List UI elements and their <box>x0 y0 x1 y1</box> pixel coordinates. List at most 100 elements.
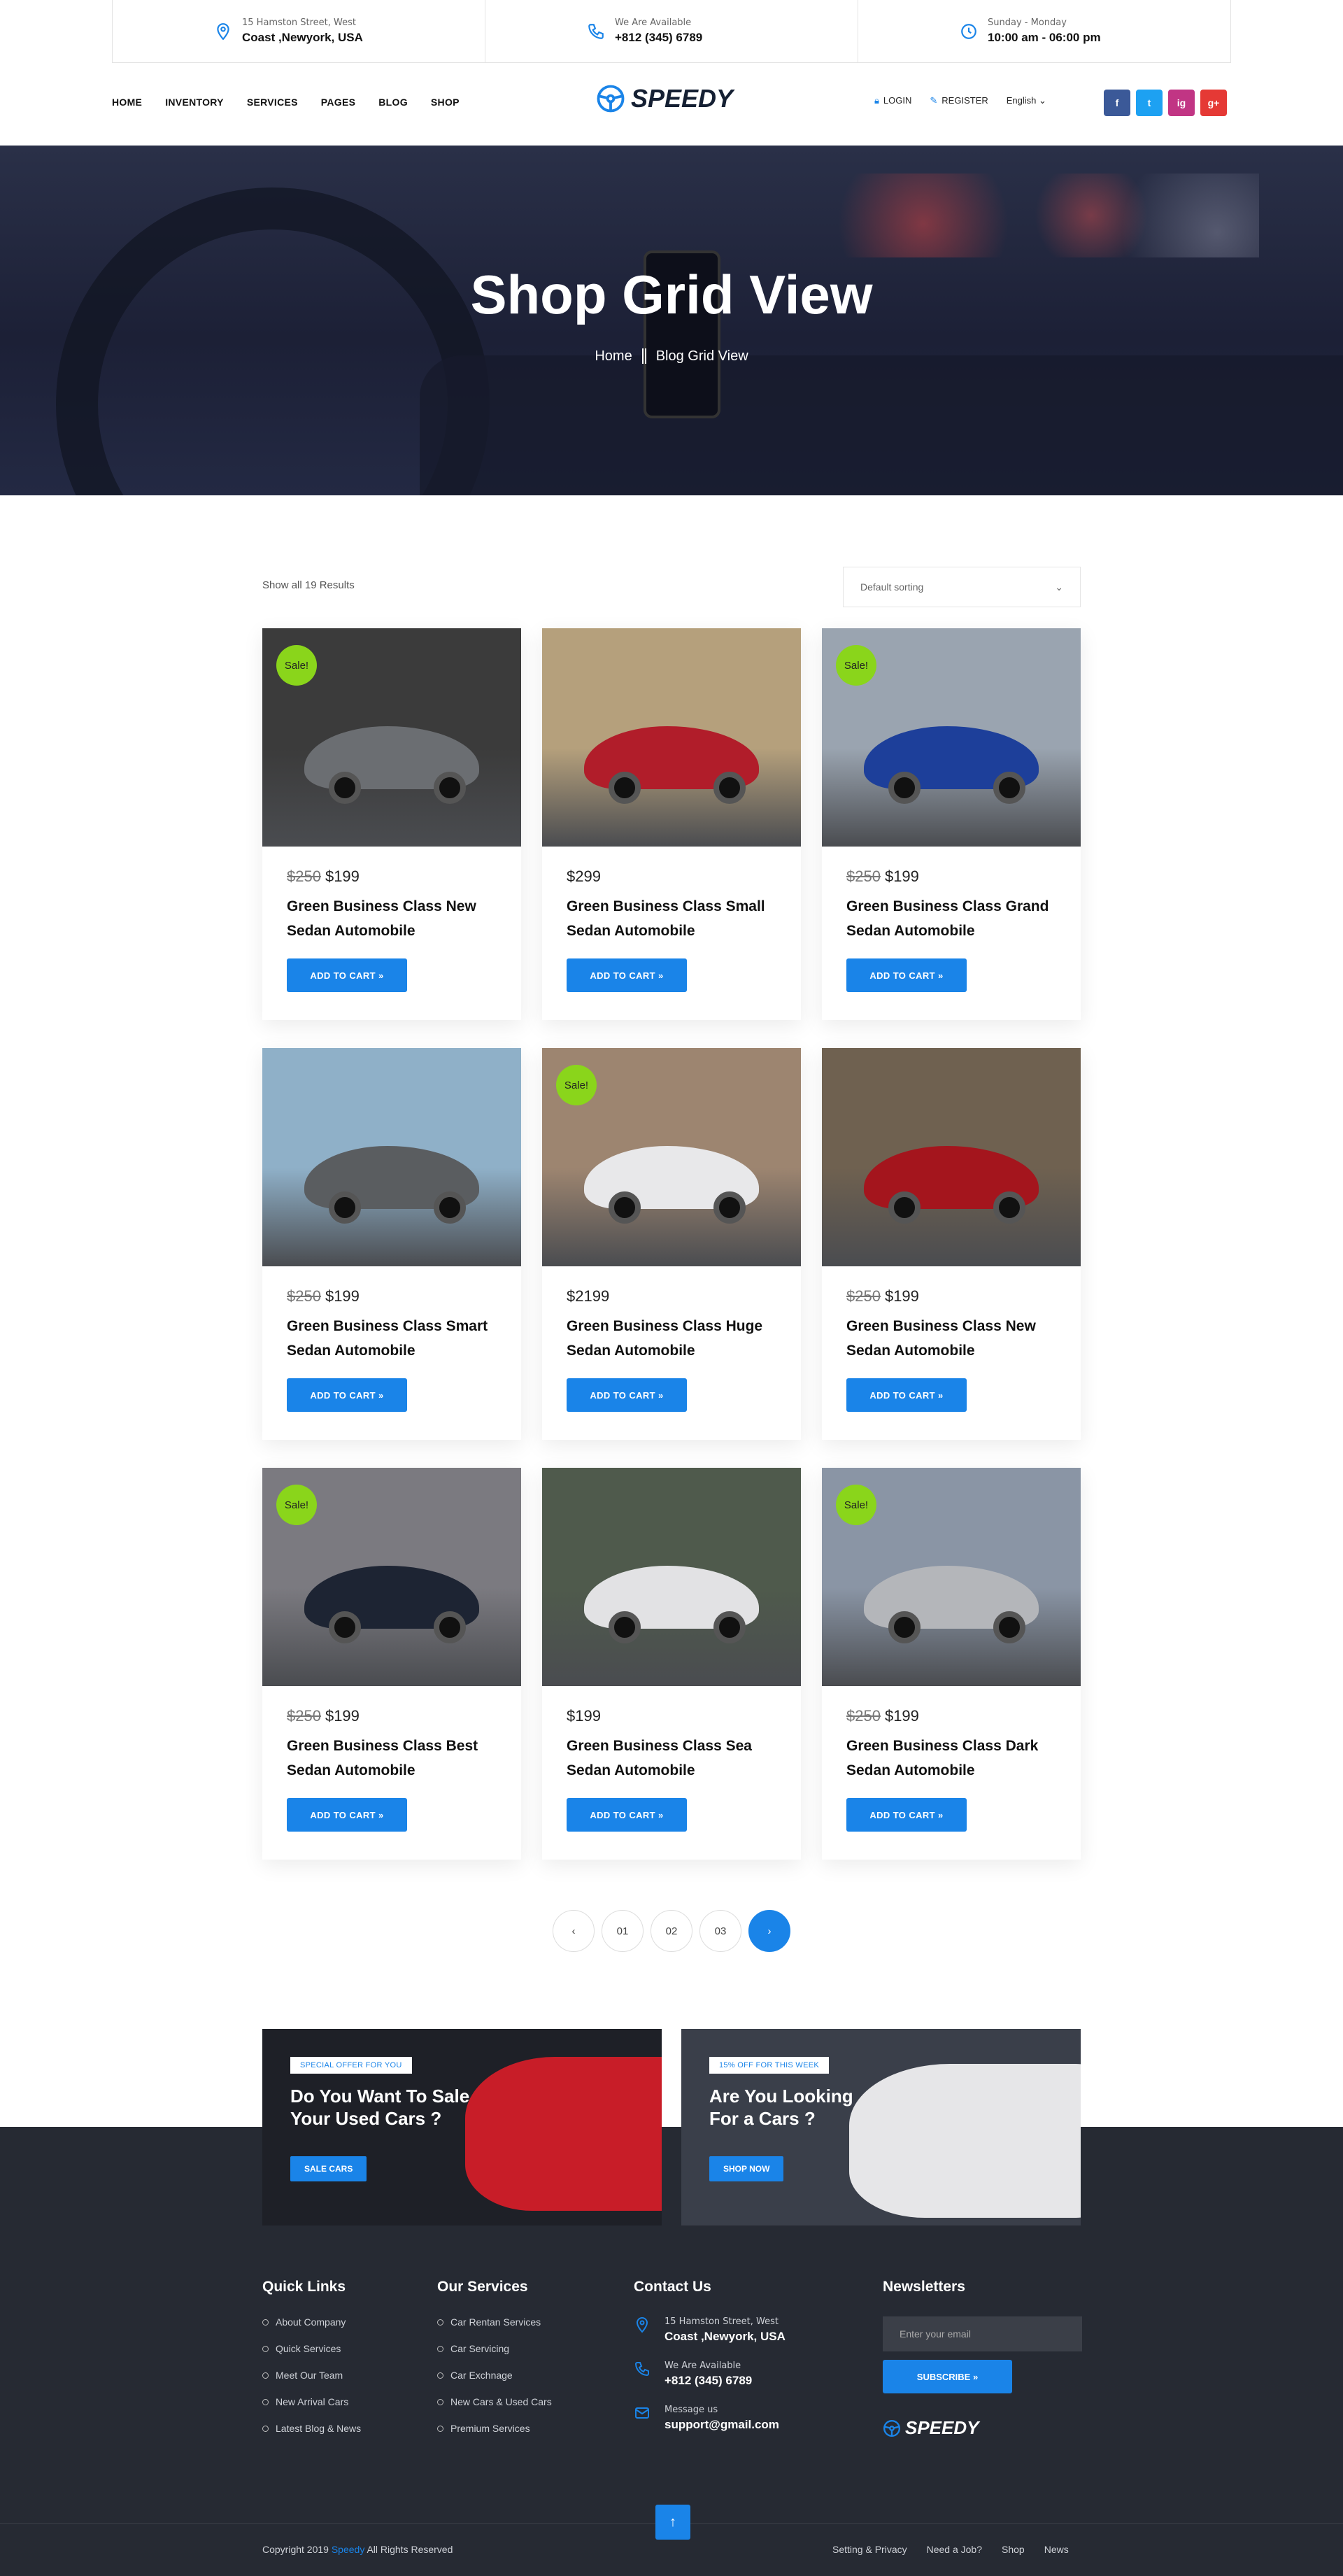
product-title[interactable]: Green Business Class Sea Sedan Automobil… <box>567 1734 783 1783</box>
product-title[interactable]: Green Business Class Huge Sedan Automobi… <box>567 1314 783 1363</box>
register-label: REGISTER <box>941 95 988 106</box>
product-title[interactable]: Green Business Class Best Sedan Automobi… <box>287 1734 504 1783</box>
footer-quick-links: Quick Links About Company Quick Services… <box>262 2279 361 2449</box>
add-to-cart-button[interactable]: ADD TO CART » <box>846 1798 967 1832</box>
product-image[interactable] <box>542 628 801 847</box>
pagination-next[interactable]: › <box>748 1910 790 1952</box>
add-to-cart-label: ADD TO CART <box>869 970 936 981</box>
pagination-prev[interactable]: ‹ <box>553 1910 595 1952</box>
footer-link[interactable]: About Company <box>262 2316 361 2328</box>
add-to-cart-button[interactable]: ADD TO CART » <box>287 1798 407 1832</box>
old-price: $250 <box>846 1287 881 1305</box>
product-price: $299 <box>567 868 601 886</box>
product-image[interactable]: Sale! <box>542 1048 801 1266</box>
product-card[interactable]: Sale! $250 $199 Green Business Class Grand … <box>822 628 1081 1020</box>
product-image[interactable] <box>822 1048 1081 1266</box>
footer-bottom-link[interactable]: Shop <box>1002 2544 1025 2555</box>
back-to-top-button[interactable]: ↑ <box>655 2505 690 2540</box>
double-chevron-right-icon: » <box>938 1809 944 1820</box>
contact-value[interactable]: support@gmail.com <box>665 2418 779 2432</box>
instagram-icon[interactable]: ig <box>1168 90 1195 116</box>
product-title[interactable]: Green Business Class New Sedan Automobil… <box>287 894 504 943</box>
footer-link[interactable]: Premium Services <box>437 2423 552 2434</box>
promo-heading-line-1: Are You Looking <box>709 2086 853 2107</box>
pagination-page-1[interactable]: 01 <box>602 1910 644 1952</box>
login-label: LOGIN <box>883 95 912 106</box>
add-to-cart-label: ADD TO CART <box>310 1809 376 1820</box>
product-title[interactable]: Green Business Class Dark Sedan Automobi… <box>846 1734 1063 1783</box>
product-image[interactable]: Sale! <box>262 1468 521 1686</box>
product-title[interactable]: Green Business Class New Sedan Automobil… <box>846 1314 1063 1363</box>
menu-pages[interactable]: PAGES <box>321 97 355 108</box>
product-title[interactable]: Green Business Class Small Sedan Automob… <box>567 894 783 943</box>
main-navigation: HOME INVENTORY SERVICES PAGES BLOG SHOP … <box>0 63 1343 146</box>
pagination-page-3[interactable]: 03 <box>699 1910 741 1952</box>
product-card[interactable]: $199 Green Business Class Sea Sedan Autom… <box>542 1468 801 1860</box>
add-to-cart-button[interactable]: ADD TO CART » <box>567 1378 687 1412</box>
footer-logo[interactable]: SPEEDY <box>883 2417 1082 2439</box>
product-card[interactable]: Sale! $250 $199 Green Business Class New Se… <box>262 628 521 1020</box>
product-image[interactable]: Sale! <box>822 628 1081 847</box>
add-to-cart-button[interactable]: ADD TO CART » <box>567 958 687 992</box>
product-image[interactable]: Sale! <box>822 1468 1081 1686</box>
footer-link[interactable]: Car Exchnage <box>437 2370 552 2381</box>
product-card[interactable]: Sale! $250 $199 Green Business Class Dark S… <box>822 1468 1081 1860</box>
site-logo[interactable]: SPEEDY <box>596 84 733 113</box>
product-price: $250 $199 <box>287 1707 360 1725</box>
product-card[interactable]: Sale! $2199 Green Business Class Huge Seda… <box>542 1048 801 1440</box>
footer-link[interactable]: Car Rentan Services <box>437 2316 552 2328</box>
car-wheel <box>888 1191 921 1224</box>
breadcrumb-home[interactable]: Home <box>595 348 632 365</box>
footer-link[interactable]: Quick Services <box>262 2343 361 2354</box>
product-image[interactable] <box>542 1468 801 1686</box>
contact-value[interactable]: +812 (345) 6789 <box>665 2374 752 2388</box>
topbar-phone-value[interactable]: +812 (345) 6789 <box>615 31 702 45</box>
footer-link[interactable]: Meet Our Team <box>262 2370 361 2381</box>
menu-home[interactable]: HOME <box>112 97 142 108</box>
footer-bottom-link[interactable]: Setting & Privacy <box>832 2544 907 2555</box>
old-price: $250 <box>287 1707 321 1725</box>
product-image[interactable]: Sale! <box>262 628 521 847</box>
topbar-hours-value: 10:00 am - 06:00 pm <box>988 31 1101 44</box>
add-to-cart-button[interactable]: ADD TO CART » <box>846 958 967 992</box>
footer-link[interactable]: New Cars & Used Cars <box>437 2396 552 2407</box>
menu-blog[interactable]: BLOG <box>378 97 408 108</box>
footer-link[interactable]: Latest Blog & News <box>262 2423 361 2434</box>
register-link[interactable]: ✎ REGISTER <box>930 95 988 106</box>
add-to-cart-button[interactable]: ADD TO CART » <box>287 1378 407 1412</box>
pagination-page-2[interactable]: 02 <box>651 1910 692 1952</box>
facebook-icon[interactable]: f <box>1104 90 1130 116</box>
twitter-icon[interactable]: t <box>1136 90 1163 116</box>
add-to-cart-button[interactable]: ADD TO CART » <box>846 1378 967 1412</box>
copyright-brand[interactable]: Speedy <box>332 2544 364 2555</box>
footer-link[interactable]: Car Servicing <box>437 2343 552 2354</box>
language-select[interactable]: English ⌄ <box>1007 95 1046 106</box>
main-menu: HOME INVENTORY SERVICES PAGES BLOG SHOP <box>112 97 460 108</box>
product-card[interactable]: Sale! $250 $199 Green Business Class Best S… <box>262 1468 521 1860</box>
footer-bottom-link[interactable]: News <box>1044 2544 1069 2555</box>
product-card[interactable]: $250 $199 Green Business Class New Sedan A… <box>822 1048 1081 1440</box>
product-title[interactable]: Green Business Class Smart Sedan Automob… <box>287 1314 504 1363</box>
add-to-cart-button[interactable]: ADD TO CART » <box>567 1798 687 1832</box>
add-to-cart-button[interactable]: ADD TO CART » <box>287 958 407 992</box>
topbar-hours-label: Sunday - Monday <box>988 17 1067 28</box>
menu-inventory[interactable]: INVENTORY <box>165 97 224 108</box>
menu-shop[interactable]: SHOP <box>431 97 460 108</box>
footer-link[interactable]: New Arrival Cars <box>262 2396 361 2407</box>
product-card[interactable]: $299 Green Business Class Small Sedan Aut… <box>542 628 801 1020</box>
menu-services[interactable]: SERVICES <box>247 97 298 108</box>
product-card[interactable]: $250 $199 Green Business Class Smart Sedan… <box>262 1048 521 1440</box>
google-plus-icon[interactable]: g+ <box>1200 90 1227 116</box>
product-image[interactable] <box>262 1048 521 1266</box>
footer-bottom-link[interactable]: Need a Job? <box>927 2544 982 2555</box>
sale-cars-button[interactable]: SALE CARS <box>290 2156 367 2181</box>
login-link[interactable]: 🔒︎ LOGIN <box>874 95 911 106</box>
sort-select[interactable]: Default sorting ⌄ <box>843 567 1081 607</box>
subscribe-button[interactable]: SUBSCRIBE » <box>883 2360 1012 2393</box>
product-title[interactable]: Green Business Class Grand Sedan Automob… <box>846 894 1063 943</box>
newsletter-email-input[interactable]: Enter your email <box>883 2316 1082 2351</box>
breadcrumb-current: Blog Grid View <box>655 348 748 364</box>
page-title: Shop Grid View <box>470 264 873 325</box>
shop-now-button[interactable]: SHOP NOW <box>709 2156 784 2181</box>
car-wheel <box>993 1611 1025 1643</box>
